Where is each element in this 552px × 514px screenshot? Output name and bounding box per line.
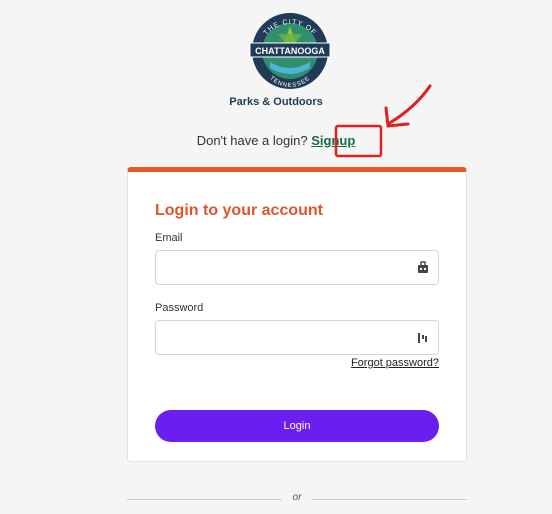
divider-label: or bbox=[292, 492, 302, 503]
login-card: Login to your account Email Password For… bbox=[127, 167, 467, 462]
logo-name: CHATTANOOGA bbox=[255, 46, 325, 56]
password-manager-icon[interactable] bbox=[416, 260, 430, 275]
signup-prompt: Don't have a login? Signup bbox=[0, 133, 552, 148]
email-label: Email bbox=[155, 232, 183, 244]
login-title: Login to your account bbox=[155, 202, 323, 219]
login-button[interactable]: Login bbox=[155, 410, 439, 442]
divider-line-right bbox=[312, 499, 467, 500]
logo-emblem-icon: THE CITY OF CHATTANOOGA TENNESSEE bbox=[249, 13, 331, 89]
org-label: Parks & Outdoors bbox=[229, 96, 323, 108]
password-field-wrapper bbox=[155, 320, 439, 355]
password-label: Password bbox=[155, 302, 204, 314]
signup-prompt-text: Don't have a login? bbox=[196, 133, 308, 148]
password-field[interactable] bbox=[156, 321, 416, 354]
password-manager-icon[interactable] bbox=[416, 331, 430, 345]
or-divider: or bbox=[127, 492, 467, 506]
signup-link[interactable]: Signup bbox=[311, 133, 355, 148]
email-field-wrapper bbox=[155, 250, 439, 285]
forgot-password-link[interactable]: Forgot password? bbox=[351, 357, 439, 369]
email-field[interactable] bbox=[156, 251, 416, 284]
